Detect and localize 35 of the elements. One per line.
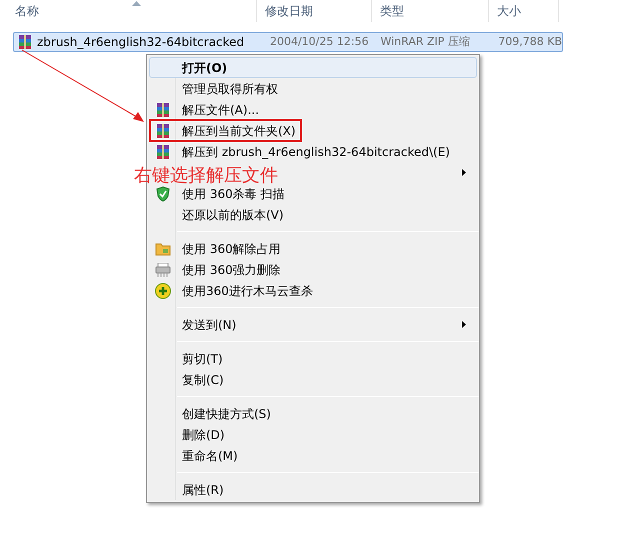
menu-item[interactable]: 删除(D) [149,424,477,445]
shield-icon [156,186,170,202]
file-type: WinRAR ZIP 压缩 [379,34,471,50]
submenu-arrow-icon[interactable] [462,321,466,328]
archive-icon [155,122,171,138]
file-date: 2004/10/25 12:56 [268,34,370,50]
archive-icon [17,34,33,50]
menu-item[interactable]: 解压到 zbrush_4r6english32-64bitcracked\(E) [149,141,477,162]
archive-icon [155,102,171,118]
file-row[interactable]: zbrush_4r6english32-64bitcracked 2004/10/25 12:56 WinRAR ZIP 压缩 709,788 KB [13,32,563,52]
menu-item[interactable]: 复制(C) [149,369,477,390]
menu-item[interactable]: 还原以前的版本(V) [149,204,477,225]
menu-item[interactable]: 使用360进行木马云查杀 [149,280,477,301]
menu-item[interactable]: 发送到(N) [149,314,477,335]
column-header[interactable]: 名称 [15,2,39,20]
folder-icon [155,242,171,256]
menu-item[interactable]: 属性(R) [149,479,477,500]
menu-item[interactable]: 解压文件(A)... [149,99,477,120]
column-header[interactable]: 修改日期 [265,2,313,20]
menu-item[interactable]: 剪切(T) [149,348,477,369]
menu-item[interactable]: 创建快捷方式(S) [149,403,477,424]
column-header[interactable]: 大小 [497,2,521,20]
plus-icon [155,282,171,298]
menu-item[interactable]: 使用 360解除占用 [149,238,477,259]
menu-item[interactable]: 管理员取得所有权 [149,78,477,99]
menu-item[interactable]: 打开(O) [149,57,477,78]
file-size: 709,788 KB [497,34,562,50]
archive-icon [155,144,171,160]
menu-item[interactable]: 解压到当前文件夹(X) [149,120,477,141]
menu-item[interactable]: 使用 360强力删除 [149,259,477,280]
column-header[interactable]: 类型 [380,2,404,20]
submenu-arrow-icon[interactable] [462,169,466,176]
shredder-icon [155,262,171,276]
file-name: zbrush_4r6english32-64bitcracked [36,34,246,51]
menu-item[interactable]: 重命名(M) [149,445,477,466]
